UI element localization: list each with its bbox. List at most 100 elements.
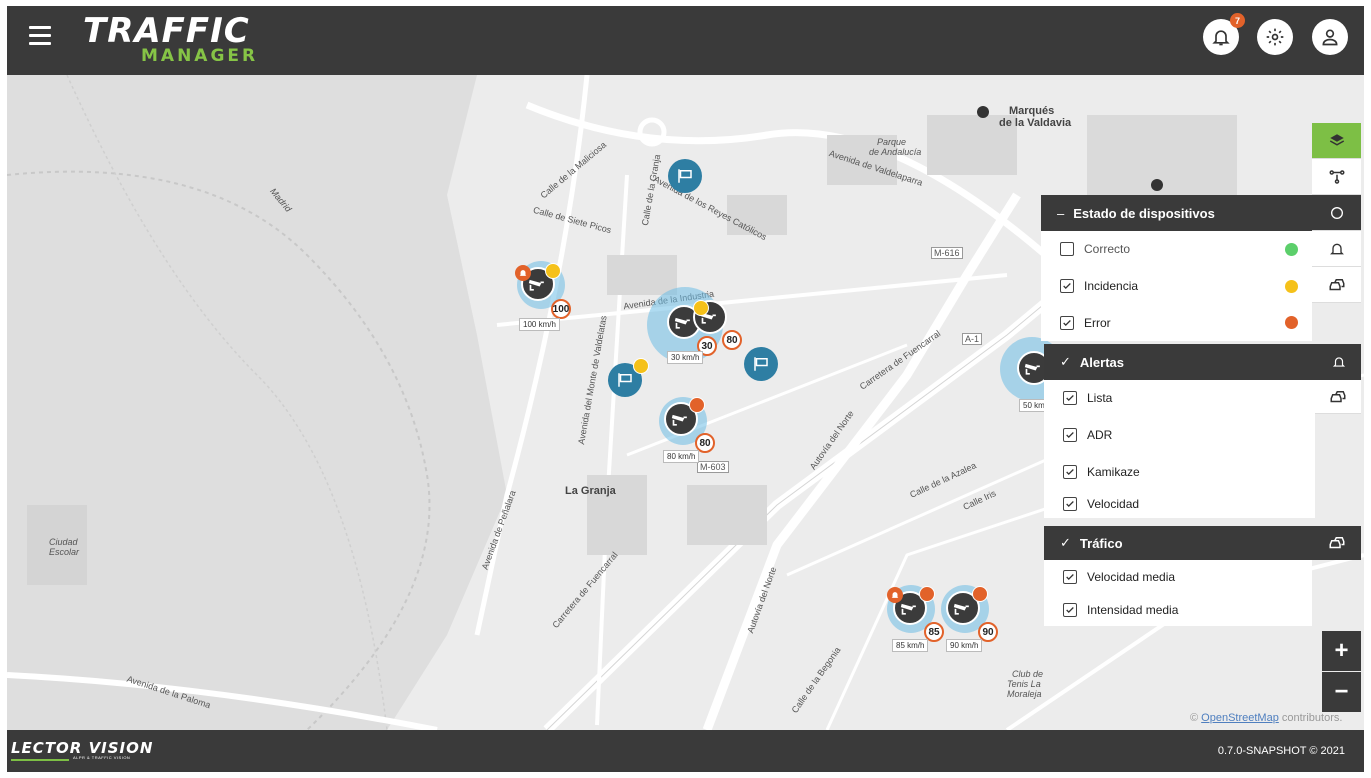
incidence-status-dot — [1285, 279, 1298, 293]
legend-item-label: Velocidad — [1087, 497, 1140, 512]
traffic-button-2[interactable] — [1315, 380, 1361, 414]
legend-item-label: Velocidad media — [1087, 570, 1176, 584]
place-escolar: Escolar — [49, 547, 80, 557]
road-m616: M-616 — [931, 247, 963, 259]
speed-tag: 85 km/h — [892, 639, 929, 652]
speed-limit-sign: 80 — [722, 330, 742, 350]
legend-device-status-header[interactable]: – Estado de dispositivos — [1041, 195, 1312, 231]
checkbox-checked[interactable] — [1063, 428, 1077, 443]
legend-item-label: Intensidad media — [1087, 603, 1179, 617]
incidence-status-dot — [693, 300, 709, 316]
cctv-camera-icon — [671, 414, 687, 426]
legend-item-label: Incidencia — [1084, 279, 1139, 294]
legend-alerts: ✓ Alertas Lista ADR Kamikaze Velocidad — [1044, 344, 1361, 519]
place-club: Club de — [1012, 669, 1044, 679]
legend-item-label: Kamikaze — [1087, 464, 1140, 479]
company-logo: LECTOR VISION ALPR & TRAFFIC VISION — [11, 739, 153, 761]
place-tenis: Tenis La — [1007, 679, 1041, 689]
speed-tag: 100 km/h — [519, 318, 560, 331]
message-panel-marker[interactable] — [668, 159, 702, 193]
checkbox-checked[interactable] — [1063, 391, 1077, 406]
notifications-button[interactable]: 7 — [1203, 13, 1245, 55]
error-status-dot — [972, 586, 988, 602]
alert-bell-icon — [515, 265, 531, 281]
place-parque: Parque — [877, 137, 907, 147]
cars-icon — [1330, 390, 1346, 402]
cctv-camera-icon — [674, 317, 690, 329]
legend-item-correcto[interactable]: Correcto — [1041, 231, 1312, 268]
cars-icon — [1329, 278, 1344, 290]
place-la-granja: La Granja — [565, 485, 616, 497]
device-status-toggle[interactable] — [1312, 195, 1361, 231]
speed-limit-sign: 100 — [551, 299, 571, 319]
checkbox-unchecked[interactable] — [1060, 242, 1074, 257]
zoom-out-button[interactable]: − — [1322, 672, 1361, 712]
check-icon: ✓ — [1060, 535, 1071, 550]
error-status-dot — [919, 586, 935, 602]
legend-item-adr[interactable]: ADR — [1044, 417, 1315, 454]
legend-item-kamikaze[interactable]: Kamikaze — [1044, 453, 1315, 490]
checkbox-checked[interactable] — [1060, 279, 1074, 294]
speed-tag: 80 km/h — [663, 450, 700, 463]
road-a1: A-1 — [962, 333, 983, 345]
signboard-icon — [754, 357, 768, 371]
menu-icon[interactable] — [29, 26, 51, 48]
cars-icon — [1329, 537, 1345, 549]
user-button[interactable] — [1312, 19, 1348, 55]
route-button[interactable] — [1312, 159, 1361, 195]
cctv-camera-icon — [528, 279, 544, 291]
legend-traffic-header[interactable]: ✓ Tráfico — [1044, 526, 1361, 560]
legend-item-label: Correcto — [1084, 242, 1131, 257]
legend-title: Estado de dispositivos — [1073, 205, 1215, 221]
legend-device-status: – Estado de dispositivos Correcto Incide… — [1041, 195, 1312, 342]
legend-item-velocidad[interactable]: Velocidad — [1044, 490, 1315, 518]
user-icon — [1322, 29, 1338, 46]
place-andalucia: de Andalucía — [869, 147, 922, 157]
ok-status-dot — [1285, 242, 1298, 256]
legend-item-intensidad-media[interactable]: Intensidad media — [1044, 594, 1312, 626]
top-bar: TRAFFIC MANAGER 7 — [7, 6, 1364, 75]
route-icon — [1329, 169, 1344, 184]
place-moraleja: Moraleja — [1007, 689, 1042, 699]
layers-button[interactable] — [1312, 123, 1361, 159]
legend-item-label: Error — [1084, 315, 1111, 330]
legend-item-error[interactable]: Error — [1041, 304, 1312, 341]
incidence-status-dot — [633, 358, 649, 374]
speed-tag: 90 km/h — [946, 639, 983, 652]
legend-item-velocidad-media[interactable]: Velocidad media — [1044, 560, 1312, 594]
checkbox-checked[interactable] — [1063, 603, 1077, 617]
logo-sub-text: MANAGER — [141, 46, 259, 66]
checkbox-checked[interactable] — [1063, 497, 1077, 512]
zoom-in-button[interactable]: + — [1322, 631, 1361, 671]
cctv-camera-icon — [1024, 363, 1040, 375]
message-panel-marker[interactable] — [744, 347, 778, 381]
legend-item-label: ADR — [1087, 428, 1113, 443]
app-logo: TRAFFIC MANAGER — [83, 14, 259, 66]
legend-item-label: Lista — [1087, 391, 1113, 406]
settings-button[interactable] — [1257, 19, 1293, 55]
alert-bell-icon — [887, 587, 903, 603]
footer: LECTOR VISION ALPR & TRAFFIC VISION 0.7.… — [7, 730, 1364, 772]
legend-title: Alertas — [1079, 354, 1124, 370]
error-status-dot — [1285, 316, 1298, 330]
check-icon: ✓ — [1060, 354, 1071, 369]
legend-alerts-header[interactable]: ✓ Alertas — [1044, 344, 1361, 380]
openstreetmap-link[interactable]: OpenStreetMap — [1201, 712, 1279, 724]
checkbox-checked[interactable] — [1060, 315, 1074, 330]
incidence-status-dot — [545, 263, 561, 279]
cctv-camera-icon — [953, 603, 969, 615]
collapse-icon: – — [1057, 205, 1065, 221]
speed-tag: 30 km/h — [667, 351, 704, 364]
place-ciudad: Ciudad — [49, 537, 78, 547]
checkbox-checked[interactable] — [1063, 464, 1077, 479]
checkbox-checked[interactable] — [1063, 570, 1077, 584]
bell-icon — [1332, 357, 1346, 367]
bell-icon — [1212, 30, 1230, 46]
attribution-suffix: contributors. — [1278, 712, 1343, 724]
legend-item-lista[interactable]: Lista — [1044, 380, 1315, 417]
legend-item-incidencia[interactable]: Incidencia — [1041, 268, 1312, 305]
alerts-button[interactable] — [1312, 231, 1361, 267]
road-m603: M-603 — [697, 461, 729, 473]
attribution-prefix: © — [1190, 712, 1202, 724]
traffic-button[interactable] — [1312, 267, 1361, 303]
